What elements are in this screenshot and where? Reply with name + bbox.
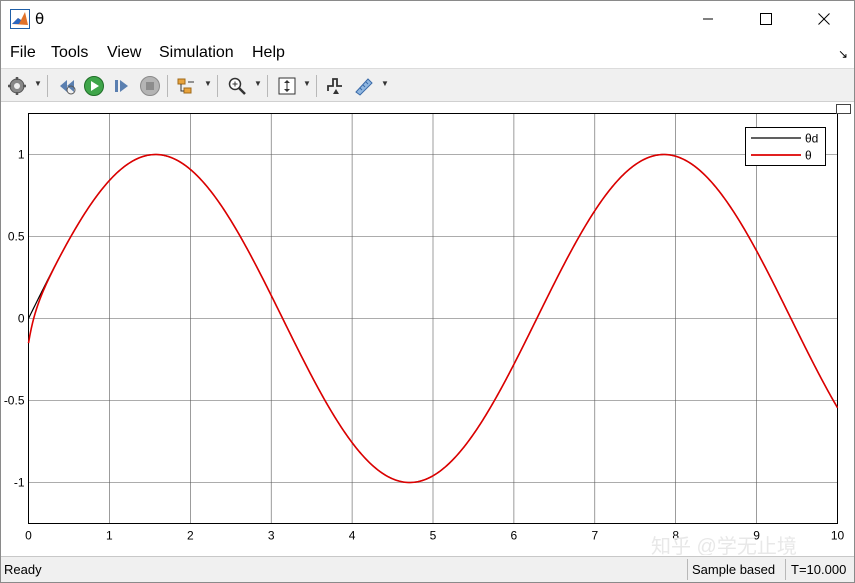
autoscale-icon [278,77,296,95]
legend-label-theta-d: θd [805,132,818,146]
triggers-button[interactable] [323,74,347,98]
menu-tools[interactable]: Tools [51,44,88,62]
menu-bar: File Tools View Simulation Help ↘ [1,39,854,67]
legend-label-theta: θ [805,149,812,163]
cursor-measure-dropdown-icon[interactable]: ▼ [381,79,390,89]
x-tick-label: 2 [187,529,194,543]
step-forward-icon [115,80,128,92]
toolbar-separator [47,75,48,97]
menu-simulation[interactable]: Simulation [159,44,234,62]
stop-icon [140,76,160,96]
scope-chart[interactable]: 0 1 2 3 4 5 6 7 8 9 10 -1-0.500.51 θd θ 知乎 @学无止境 [1,103,854,558]
autoscale-button[interactable] [275,74,299,98]
x-tick-label: 0 [25,529,32,543]
y-tick-label: 0 [18,312,25,326]
minimize-icon [703,18,713,20]
signal-select-button[interactable] [174,74,198,98]
step-forward-button[interactable] [110,74,134,98]
scope-window: θ File Tools View Simulation Help ↘ ▼ ▼ … [0,0,855,583]
watermark: 知乎 @学无止境 [651,535,797,555]
status-separator [785,559,786,580]
toolbar-separator [316,75,317,97]
maximize-icon [760,13,772,25]
y-tick-label: 1 [18,148,25,162]
x-tick-label: 7 [591,529,598,543]
maximize-button[interactable] [737,1,795,37]
status-bar: Ready Sample based T=10.000 [1,556,854,582]
x-tick-label: 4 [349,529,356,543]
menu-file[interactable]: File [10,44,36,62]
legend[interactable]: θd θ [745,127,826,166]
x-tick-label: 6 [511,529,518,543]
y-tick-labels: -1 -0.5 0 0.5 1 [4,148,25,490]
toolbar-separator [267,75,268,97]
status-sample-mode: Sample based [692,562,776,577]
close-icon [818,13,830,25]
matlab-logo-icon [10,9,30,29]
menu-help[interactable]: Help [252,44,285,62]
window-title: θ [35,10,45,28]
triggers-icon [327,78,342,94]
plot-area: 0 1 2 3 4 5 6 7 8 9 10 -1 -0.5 0 0.5 1 θd θ 知乎 @学无止境 [1,103,854,558]
toolbar: ▼ ▼ ▼ ▼ ▼ [1,68,854,102]
cursor-measure-icon [355,78,373,96]
status-ready: Ready [4,562,42,577]
signal-select-icon [177,78,194,94]
zoom-dropdown-icon[interactable]: ▼ [254,79,263,89]
settings-dropdown-icon[interactable]: ▼ [34,79,43,89]
minimize-button[interactable] [679,1,737,37]
x-tick-label: 10 [831,529,845,543]
undock-icon[interactable] [836,104,851,114]
run-icon [84,76,104,96]
run-button[interactable] [82,74,106,98]
grid [28,113,838,524]
settings-button[interactable] [5,74,29,98]
menu-collapse-arrow-icon[interactable]: ↘ [838,47,848,61]
rewind-button[interactable] [55,74,79,98]
signal-select-dropdown-icon[interactable]: ▼ [204,79,213,89]
stop-button[interactable] [138,74,162,98]
close-button[interactable] [795,1,853,37]
autoscale-dropdown-icon[interactable]: ▼ [303,79,312,89]
x-tick-label: 3 [268,529,275,543]
gear-icon [8,77,26,95]
zoom-icon [228,77,246,95]
y-tick-label: -1 [14,476,25,490]
y-tick-label: -0.5 [4,394,25,408]
zoom-button[interactable] [225,74,249,98]
menu-view[interactable]: View [107,44,141,62]
rewind-icon [60,80,76,95]
y-tick-label: 0.5 [8,230,25,244]
status-separator [687,559,688,580]
toolbar-separator [217,75,218,97]
status-time: T=10.000 [791,562,847,577]
x-tick-label: 5 [430,529,437,543]
toolbar-separator [167,75,168,97]
x-tick-label: 1 [106,529,113,543]
title-bar: θ [1,1,854,39]
cursor-measure-button[interactable] [352,74,376,98]
